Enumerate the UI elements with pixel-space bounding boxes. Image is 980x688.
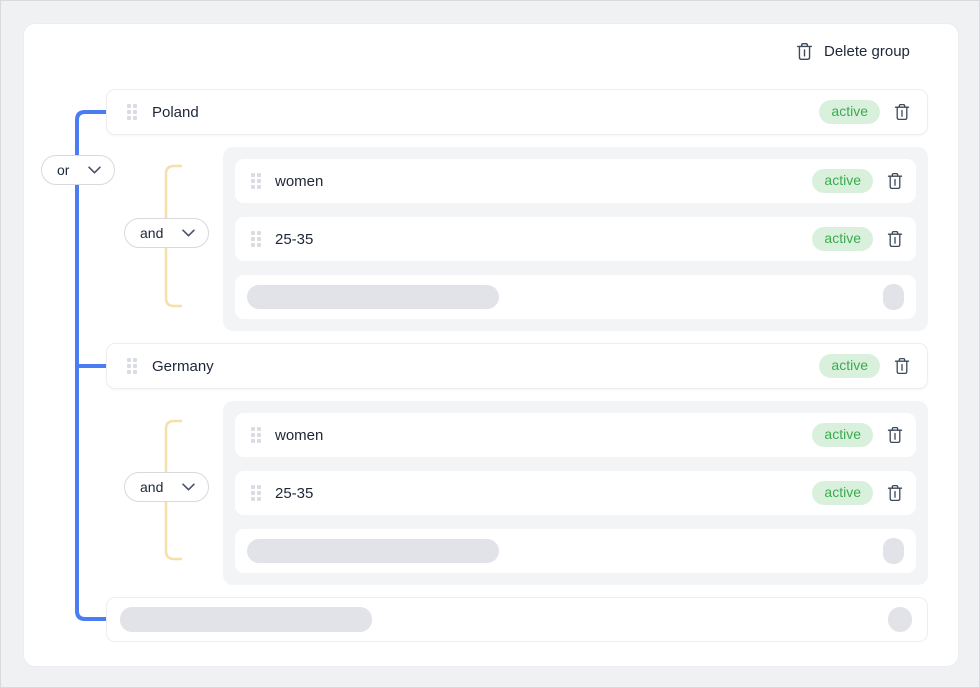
group-operator-value: and <box>140 225 163 241</box>
delete-group-button[interactable]: Delete group <box>796 42 910 61</box>
trash-icon <box>887 172 903 190</box>
group-row-poland: Poland active <box>106 89 928 135</box>
drag-handle-icon[interactable] <box>127 104 137 120</box>
drag-handle-icon[interactable] <box>127 358 137 374</box>
conditions-panel-poland: women active 25-35 active <box>223 147 928 331</box>
trash-icon <box>887 426 903 444</box>
delete-item-button[interactable] <box>894 357 910 375</box>
trash-icon <box>894 103 910 121</box>
drag-handle-icon[interactable] <box>251 485 261 501</box>
drag-handle-icon[interactable] <box>251 427 261 443</box>
placeholder-group-row <box>106 597 928 642</box>
group-operator-select[interactable]: and <box>124 218 209 248</box>
root-operator-select[interactable]: or <box>41 155 115 185</box>
delete-item-button[interactable] <box>887 230 903 248</box>
placeholder-condition-row <box>235 529 916 573</box>
group-operator-select[interactable]: and <box>124 472 209 502</box>
condition-row: 25-35 active <box>235 217 916 261</box>
condition-label: women <box>275 173 812 190</box>
skeleton-pill <box>888 607 912 632</box>
root-operator-value: or <box>57 162 69 178</box>
status-badge: active <box>819 100 880 124</box>
trash-icon <box>887 230 903 248</box>
drag-handle-icon[interactable] <box>251 231 261 247</box>
status-badge: active <box>812 423 873 447</box>
condition-row: 25-35 active <box>235 471 916 515</box>
condition-row: women active <box>235 413 916 457</box>
group-row-germany: Germany active <box>106 343 928 389</box>
status-badge: active <box>819 354 880 378</box>
condition-label: 25-35 <box>275 485 812 502</box>
group-name: Poland <box>152 104 819 121</box>
skeleton-pill <box>883 538 904 564</box>
skeleton-bar <box>247 539 499 563</box>
status-badge: active <box>812 169 873 193</box>
skeleton-bar <box>120 607 372 632</box>
delete-item-button[interactable] <box>887 172 903 190</box>
skeleton-bar <box>247 285 499 309</box>
chevron-down-icon <box>88 166 101 174</box>
chevron-down-icon <box>182 229 195 237</box>
trash-icon <box>887 484 903 502</box>
condition-label: women <box>275 427 812 444</box>
delete-item-button[interactable] <box>894 103 910 121</box>
filter-builder-screen: Delete group or Poland active and women … <box>0 0 980 688</box>
delete-group-label: Delete group <box>824 43 910 60</box>
condition-label: 25-35 <box>275 231 812 248</box>
conditions-panel-germany: women active 25-35 active <box>223 401 928 585</box>
status-badge: active <box>812 227 873 251</box>
delete-item-button[interactable] <box>887 484 903 502</box>
trash-icon <box>894 357 910 375</box>
group-operator-value: and <box>140 479 163 495</box>
placeholder-condition-row <box>235 275 916 319</box>
skeleton-pill <box>883 284 904 310</box>
drag-handle-icon[interactable] <box>251 173 261 189</box>
group-name: Germany <box>152 358 819 375</box>
chevron-down-icon <box>182 483 195 491</box>
status-badge: active <box>812 481 873 505</box>
trash-icon <box>796 42 813 61</box>
delete-item-button[interactable] <box>887 426 903 444</box>
condition-row: women active <box>235 159 916 203</box>
